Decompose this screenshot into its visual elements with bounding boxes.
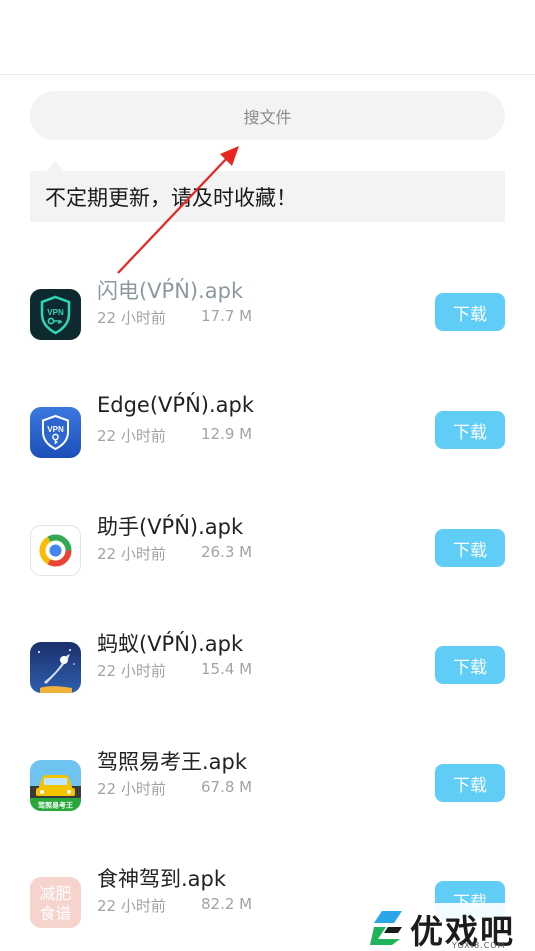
diet-icon-line2: 食谱 — [39, 904, 71, 923]
file-size: 67.8 M — [201, 778, 253, 796]
file-time: 22 小时前 — [97, 427, 166, 445]
download-button[interactable]: 下载 — [435, 411, 505, 449]
top-bar — [0, 0, 535, 75]
file-size: 12.9 M — [201, 425, 253, 443]
file-name: 助手(VṔŃ).apk — [97, 515, 244, 539]
file-name: 食神驾到.apk — [97, 867, 227, 891]
file-meta: 22 小时前 15.4 M — [97, 660, 252, 681]
file-name: 闪电(VṔŃ).apk — [97, 279, 244, 303]
car-app-icon: 驾照易考王 — [30, 760, 81, 811]
vpn-icon-label: VPN — [47, 425, 64, 434]
download-button[interactable]: 下载 — [435, 293, 505, 331]
file-size: 26.3 M — [201, 543, 253, 561]
download-button[interactable]: 下载 — [435, 529, 505, 567]
notice-text: 不定期更新，请及时收藏！ — [45, 185, 297, 210]
watermark-sub: YOXI8.COM — [452, 941, 506, 950]
file-time: 22 小时前 — [97, 662, 166, 680]
shield-vpn-icon: VPN — [30, 407, 81, 458]
list-item[interactable]: 蚂蚁(VṔŃ).apk 22 小时前 15.4 M 下载 — [0, 632, 535, 732]
notice-banner: 不定期更新，请及时收藏！ — [30, 171, 505, 222]
shield-vpn-key-icon: VPN — [30, 289, 81, 340]
file-name: 蚂蚁(VṔŃ).apk — [97, 632, 244, 656]
watermark-logo-icon — [370, 911, 402, 945]
file-size: 15.4 M — [201, 660, 253, 678]
ring-logo-icon — [30, 525, 81, 576]
list-item[interactable]: 驾照易考王 驾照易考王.apk 22 小时前 67.8 M 下载 — [0, 750, 535, 850]
file-meta: 22 小时前 17.7 M — [97, 307, 252, 328]
file-name: Edge(VṔŃ).apk — [97, 393, 255, 417]
app-screen: 搜文件 不定期更新，请及时收藏！ VPN 闪电(VṔŃ).apk 22 小时前 … — [0, 0, 535, 951]
search-placeholder: 搜文件 — [243, 107, 292, 127]
list-item[interactable]: VPN 闪电(VṔŃ).apk 22 小时前 17.7 M 下载 — [0, 279, 535, 379]
file-meta: 22 小时前 12.9 M — [97, 425, 252, 446]
vpn-icon-label: VPN — [47, 308, 64, 317]
file-time: 22 小时前 — [97, 545, 166, 563]
file-meta: 22 小时前 67.8 M — [97, 778, 252, 799]
list-item[interactable]: VPN Edge(VṔŃ).apk 22 小时前 12.9 M 下载 — [0, 393, 535, 497]
file-time: 22 小时前 — [97, 309, 166, 327]
file-name: 驾照易考王.apk — [97, 750, 248, 774]
file-meta: 22 小时前 26.3 M — [97, 543, 252, 564]
diet-recipe-icon: 减肥 食谱 — [30, 877, 81, 928]
car-app-banner: 驾照易考王 — [37, 801, 73, 810]
list-item[interactable]: 助手(VṔŃ).apk 22 小时前 26.3 M 下载 — [0, 515, 535, 615]
watermark: 优戏吧 YOXI8.COM — [360, 903, 535, 951]
diet-icon-line1: 减肥 — [39, 884, 71, 903]
file-size: 82.2 M — [201, 895, 253, 913]
file-meta: 22 小时前 82.2 M — [97, 895, 252, 916]
file-time: 22 小时前 — [97, 780, 166, 798]
download-button[interactable]: 下载 — [435, 764, 505, 802]
file-time: 22 小时前 — [97, 897, 166, 915]
search-input[interactable]: 搜文件 — [30, 91, 505, 140]
download-button[interactable]: 下载 — [435, 646, 505, 684]
file-size: 17.7 M — [201, 307, 253, 325]
rocket-night-icon — [30, 642, 81, 693]
